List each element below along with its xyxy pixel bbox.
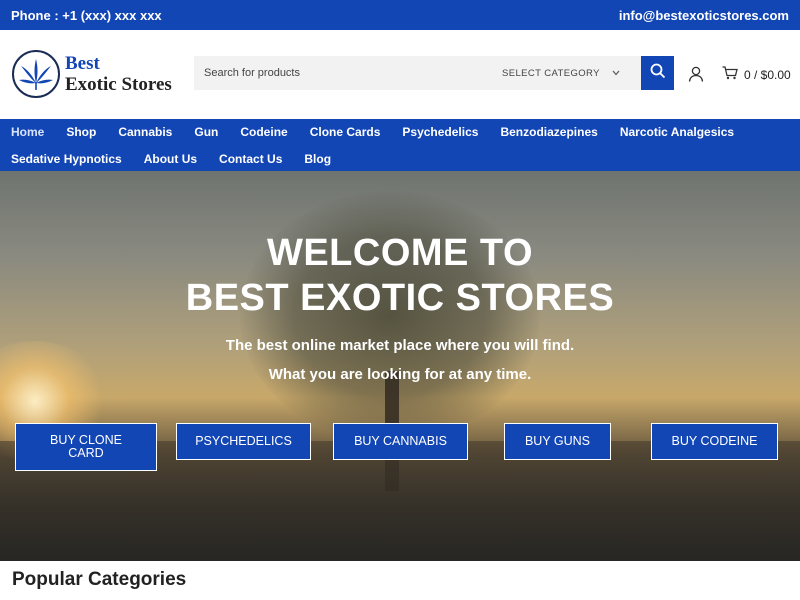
hero-title-line-1: WELCOME TO	[266, 232, 534, 274]
nav-item-sedative-hypnotics[interactable]: Sedative Hypnotics	[0, 152, 133, 166]
psychedelics-button-label: PSYCHEDELICS	[195, 434, 292, 448]
main-nav: Home Shop Cannabis Gun Codeine Clone Car…	[0, 119, 800, 171]
nav-row-2: Sedative Hypnotics About Us Contact Us B…	[0, 146, 342, 172]
site-logo[interactable]: Best Exotic Stores	[12, 50, 172, 98]
hero-subtitle: The best online market place where you w…	[0, 331, 800, 389]
buy-cannabis-button-label: BUY CANNABIS	[354, 434, 447, 448]
nav-item-contact-us[interactable]: Contact Us	[208, 152, 293, 166]
nav-item-benzodiazepines[interactable]: Benzodiazepines	[489, 125, 608, 139]
logo-line-2: Exotic Stores	[65, 74, 172, 95]
search-button[interactable]	[641, 56, 674, 90]
category-select-label: SELECT CATEGORY	[502, 67, 600, 79]
top-bar: Phone : +1 (xxx) xxx xxx info@bestexotic…	[0, 0, 800, 30]
hero-title: WELCOME TO BEST EXOTIC STORES	[0, 231, 800, 321]
cannabis-leaf-icon	[12, 50, 60, 98]
hero-subtitle-line-1: The best online market place where you w…	[225, 337, 575, 354]
user-icon[interactable]	[688, 66, 704, 87]
buy-clone-card-label-2: CARD	[68, 446, 104, 460]
nav-row-1: Home Shop Cannabis Gun Codeine Clone Car…	[0, 119, 745, 145]
buy-guns-button[interactable]: BUY GUNS	[504, 423, 611, 460]
nav-item-clone-cards[interactable]: Clone Cards	[299, 125, 392, 139]
nav-item-gun[interactable]: Gun	[183, 125, 229, 139]
cart-button[interactable]: 0 / $0.00	[722, 66, 791, 83]
nav-item-cannabis[interactable]: Cannabis	[107, 125, 183, 139]
buy-guns-button-label: BUY GUNS	[524, 434, 591, 448]
buy-clone-card-button[interactable]: BUY CLONE CARD	[15, 423, 157, 471]
nav-item-narcotic-analgesics[interactable]: Narcotic Analgesics	[609, 125, 745, 139]
nav-item-blog[interactable]: Blog	[293, 152, 342, 166]
search-input[interactable]	[194, 56, 484, 90]
chevron-down-icon	[612, 68, 620, 79]
search-icon	[650, 63, 666, 84]
buy-codeine-button[interactable]: BUY CODEINE	[651, 423, 778, 460]
nav-item-psychedelics[interactable]: Psychedelics	[391, 125, 489, 139]
header: Best Exotic Stores SELECT CATEGORY 0 / $…	[0, 30, 800, 119]
hero-subtitle-line-2: What you are looking for at any time.	[268, 366, 532, 383]
nav-item-home[interactable]: Home	[0, 125, 55, 139]
psychedelics-button[interactable]: PSYCHEDELICS	[176, 423, 311, 460]
nav-item-about-us[interactable]: About Us	[133, 152, 208, 166]
buy-codeine-button-label: BUY CODEINE	[671, 434, 758, 448]
phone-text: Phone : +1 (xxx) xxx xxx	[11, 7, 162, 23]
email-link[interactable]: info@bestexoticstores.com	[619, 8, 789, 23]
logo-line-1: Best	[65, 53, 100, 74]
search-bar: SELECT CATEGORY	[194, 56, 674, 90]
cart-summary: 0 / $0.00	[744, 67, 791, 82]
popular-categories-title: Popular Categories	[12, 569, 187, 590]
category-select[interactable]: SELECT CATEGORY	[484, 56, 630, 90]
nav-item-shop[interactable]: Shop	[55, 125, 107, 139]
nav-item-codeine[interactable]: Codeine	[229, 125, 298, 139]
hero-title-line-2: BEST EXOTIC STORES	[185, 277, 615, 319]
cart-icon	[722, 66, 738, 83]
logo-text: Best Exotic Stores	[65, 53, 172, 95]
search-field: SELECT CATEGORY	[194, 56, 641, 90]
buy-cannabis-button[interactable]: BUY CANNABIS	[333, 423, 468, 460]
hero-banner: WELCOME TO BEST EXOTIC STORES The best o…	[0, 171, 800, 561]
